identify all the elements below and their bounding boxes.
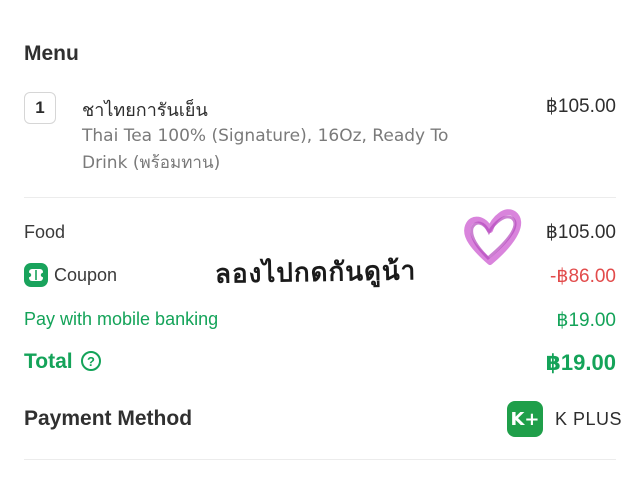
coupon-label[interactable]: Coupon [54, 265, 117, 286]
mobile-banking-value: ฿19.00 [556, 310, 616, 331]
item-description: Thai Tea 100% (Signature), 16Oz, Ready T… [82, 126, 449, 173]
divider [24, 459, 616, 460]
food-value: ฿105.00 [545, 222, 616, 243]
mobile-banking-label: Pay with mobile banking [24, 309, 219, 329]
payment-method-label: Payment Method [24, 407, 193, 430]
coupon-ticket-icon[interactable] [24, 263, 48, 287]
item-price: ฿105.00 [545, 96, 616, 117]
coupon-value: -฿86.00 [550, 266, 616, 287]
kplus-logo[interactable]: K+ [507, 401, 543, 437]
total-label: Total [24, 350, 73, 373]
item-quantity[interactable]: 1 [24, 92, 56, 124]
item-name[interactable]: ชาไทยการันเย็น [82, 95, 208, 124]
payment-method-name[interactable]: K PLUS [555, 409, 622, 430]
handwritten-caption: ลองไปกดกันดูน้า [214, 256, 417, 290]
question-circle-icon[interactable]: ? [81, 351, 101, 371]
total-value: ฿19.00 [545, 350, 616, 375]
menu-title: Menu [24, 42, 79, 65]
food-label: Food [24, 222, 66, 242]
divider [24, 197, 616, 198]
heart-doodle-icon [464, 209, 521, 265]
